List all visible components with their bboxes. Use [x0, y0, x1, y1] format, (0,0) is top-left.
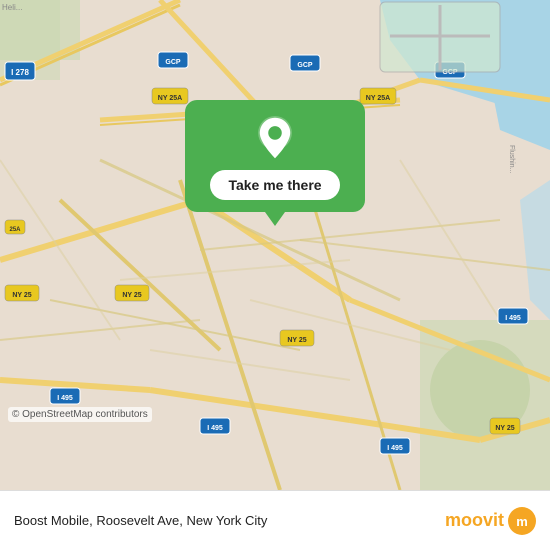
moovit-icon: m — [508, 507, 536, 535]
map-container: I 278 GCP GCP GCP NY 25A NY 25A 25A NY 2… — [0, 0, 550, 490]
take-me-there-button[interactable]: Take me there — [210, 170, 339, 200]
svg-text:I 495: I 495 — [387, 445, 403, 452]
moovit-brand-text: moovit — [445, 510, 504, 531]
svg-text:GCP: GCP — [165, 59, 181, 66]
popup-card: Take me there — [185, 100, 365, 212]
svg-text:NY 25: NY 25 — [122, 292, 141, 299]
svg-text:GCP: GCP — [297, 62, 313, 69]
svg-text:I 495: I 495 — [207, 425, 223, 432]
map-copyright: © OpenStreetMap contributors — [8, 407, 152, 422]
svg-text:I 495: I 495 — [57, 395, 73, 402]
moovit-logo: moovit m — [445, 507, 536, 535]
location-text: Boost Mobile, Roosevelt Ave, New York Ci… — [14, 513, 267, 528]
svg-text:Heli...: Heli... — [2, 3, 22, 12]
svg-text:NY 25: NY 25 — [495, 425, 514, 432]
svg-text:I 278: I 278 — [11, 68, 29, 77]
svg-text:NY 25A: NY 25A — [366, 95, 390, 102]
svg-text:I 495: I 495 — [505, 315, 521, 322]
svg-text:m: m — [516, 514, 528, 529]
svg-text:25A: 25A — [9, 227, 21, 233]
svg-text:NY 25: NY 25 — [287, 337, 306, 344]
bottom-bar: Boost Mobile, Roosevelt Ave, New York Ci… — [0, 490, 550, 550]
location-pin-icon — [253, 116, 297, 160]
svg-text:NY 25: NY 25 — [12, 292, 31, 299]
svg-text:Flushin...: Flushin... — [508, 145, 515, 173]
svg-text:NY 25A: NY 25A — [158, 95, 182, 102]
moovit-logo-icon: m — [510, 509, 534, 533]
